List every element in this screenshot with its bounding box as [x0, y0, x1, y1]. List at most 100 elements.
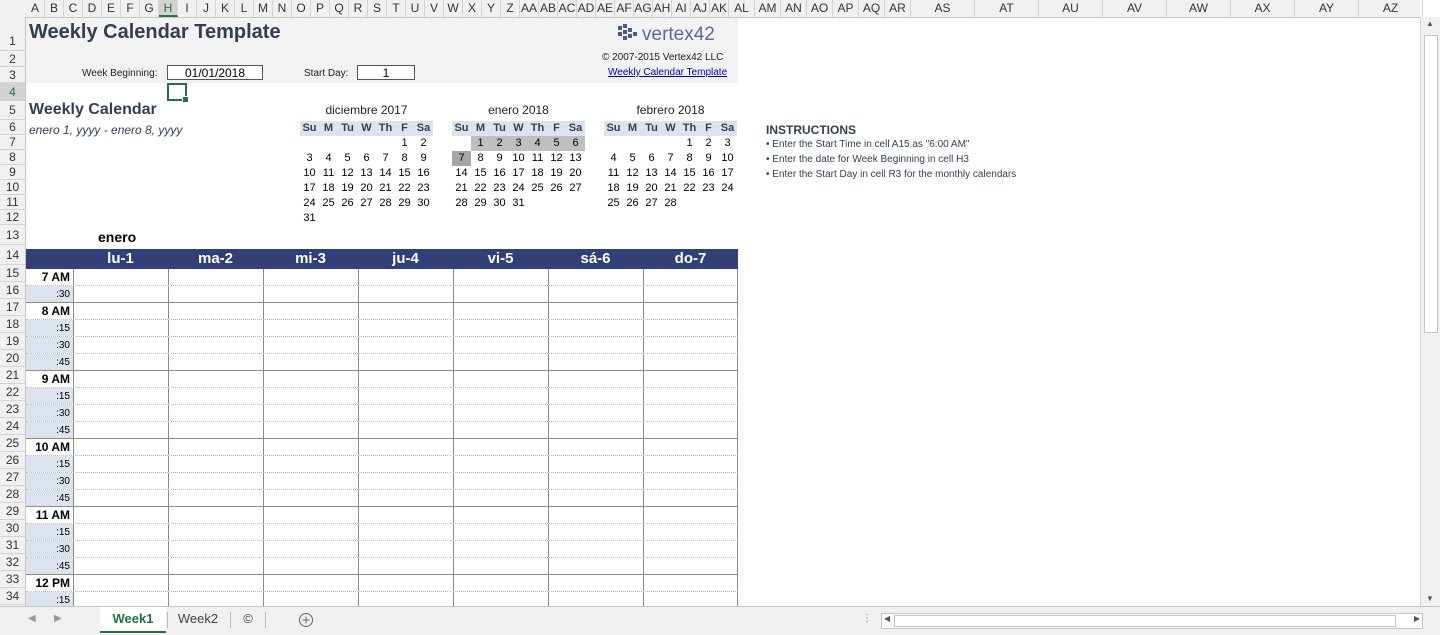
schedule-cell[interactable]: [168, 320, 263, 336]
row-header[interactable]: 26: [0, 452, 25, 469]
schedule-cell[interactable]: [263, 558, 358, 574]
schedule-cell[interactable]: [73, 456, 168, 472]
column-header[interactable]: AZ: [1359, 0, 1423, 17]
tab-prev-icon[interactable]: ◀: [28, 613, 36, 624]
vertical-scrollbar[interactable]: ▲ ▼: [1420, 17, 1440, 606]
schedule-cell[interactable]: [73, 575, 168, 591]
schedule-cell[interactable]: [453, 320, 548, 336]
row-header[interactable]: 27: [0, 469, 25, 486]
column-header[interactable]: T: [387, 0, 406, 17]
row-header[interactable]: 17: [0, 299, 25, 316]
schedule-cell[interactable]: [73, 473, 168, 489]
row-header[interactable]: 31: [0, 537, 25, 554]
schedule-cell[interactable]: [73, 269, 168, 285]
schedule-cell[interactable]: [263, 388, 358, 404]
schedule-cell[interactable]: [168, 303, 263, 319]
column-header[interactable]: AU: [1039, 0, 1103, 17]
schedule-cell[interactable]: [168, 354, 263, 370]
schedule-cell[interactable]: [548, 507, 643, 523]
column-header[interactable]: B: [45, 0, 64, 17]
schedule-cell[interactable]: [548, 354, 643, 370]
schedule-cell[interactable]: [73, 558, 168, 574]
schedule-cell[interactable]: [263, 490, 358, 506]
schedule-cell[interactable]: [548, 558, 643, 574]
column-header[interactable]: P: [311, 0, 330, 17]
column-header[interactable]: D: [83, 0, 102, 17]
tab-week1[interactable]: Week1: [100, 607, 166, 633]
schedule-cell[interactable]: [548, 456, 643, 472]
schedule-cell[interactable]: [643, 456, 738, 472]
schedule-cell[interactable]: [73, 371, 168, 387]
horizontal-scrollbar[interactable]: ◀ ▶: [881, 613, 1423, 629]
row-header[interactable]: 15: [0, 265, 25, 282]
schedule-cell[interactable]: [263, 405, 358, 421]
schedule-cell[interactable]: [73, 337, 168, 353]
column-header[interactable]: AD: [577, 0, 596, 17]
schedule-cell[interactable]: [548, 371, 643, 387]
row-header[interactable]: 24: [0, 418, 25, 435]
schedule-cell[interactable]: [453, 388, 548, 404]
schedule-cell[interactable]: [453, 354, 548, 370]
schedule-cell[interactable]: [453, 303, 548, 319]
hscroll-thumb[interactable]: [894, 615, 1396, 627]
schedule-cell[interactable]: [168, 456, 263, 472]
row-header[interactable]: 9: [0, 165, 25, 180]
schedule-cell[interactable]: [643, 269, 738, 285]
schedule-cell[interactable]: [263, 456, 358, 472]
row-header[interactable]: 1: [0, 17, 25, 51]
schedule-cell[interactable]: [73, 524, 168, 540]
schedule-cell[interactable]: [168, 524, 263, 540]
schedule-cell[interactable]: [548, 286, 643, 302]
schedule-cell[interactable]: [358, 388, 453, 404]
schedule-cell[interactable]: [358, 354, 453, 370]
schedule-cell[interactable]: [168, 286, 263, 302]
schedule-cell[interactable]: [263, 337, 358, 353]
column-header[interactable]: S: [368, 0, 387, 17]
column-header[interactable]: Q: [330, 0, 349, 17]
active-cell-selection[interactable]: [167, 83, 189, 103]
column-header[interactable]: Z: [501, 0, 520, 17]
row-header[interactable]: 34: [0, 588, 25, 605]
schedule-cell[interactable]: [168, 473, 263, 489]
schedule-cell[interactable]: [168, 575, 263, 591]
schedule-cell[interactable]: [263, 439, 358, 455]
column-header[interactable]: AA: [520, 0, 539, 17]
schedule-cell[interactable]: [548, 405, 643, 421]
schedule-cell[interactable]: [643, 439, 738, 455]
column-header[interactable]: AF: [615, 0, 634, 17]
column-header[interactable]: AB: [539, 0, 558, 17]
schedule-cell[interactable]: [358, 286, 453, 302]
schedule-cell[interactable]: [548, 388, 643, 404]
column-header[interactable]: AR: [885, 0, 911, 17]
schedule-cell[interactable]: [643, 490, 738, 506]
schedule-cell[interactable]: [643, 558, 738, 574]
schedule-cell[interactable]: [358, 269, 453, 285]
schedule-cell[interactable]: [263, 524, 358, 540]
row-header[interactable]: 7: [0, 135, 25, 150]
row-header[interactable]: 16: [0, 282, 25, 299]
schedule-cell[interactable]: [643, 354, 738, 370]
schedule-cell[interactable]: [358, 575, 453, 591]
schedule-cell[interactable]: [453, 524, 548, 540]
schedule-cell[interactable]: [453, 490, 548, 506]
schedule-cell[interactable]: [358, 490, 453, 506]
schedule-cell[interactable]: [453, 337, 548, 353]
schedule-cell[interactable]: [168, 422, 263, 438]
schedule-cell[interactable]: [643, 507, 738, 523]
schedule-cell[interactable]: [643, 541, 738, 557]
schedule-cell[interactable]: [643, 473, 738, 489]
row-header[interactable]: 25: [0, 435, 25, 452]
schedule-cell[interactable]: [263, 269, 358, 285]
column-header[interactable]: AE: [596, 0, 615, 17]
schedule-cell[interactable]: [73, 507, 168, 523]
schedule-cell[interactable]: [548, 269, 643, 285]
column-header[interactable]: X: [463, 0, 482, 17]
schedule-cell[interactable]: [358, 320, 453, 336]
row-header[interactable]: 29: [0, 503, 25, 520]
row-header[interactable]: 21: [0, 367, 25, 384]
column-header[interactable]: AT: [975, 0, 1039, 17]
schedule-cell[interactable]: [73, 286, 168, 302]
row-header[interactable]: 28: [0, 486, 25, 503]
schedule-cell[interactable]: [643, 320, 738, 336]
row-header[interactable]: 32: [0, 554, 25, 571]
